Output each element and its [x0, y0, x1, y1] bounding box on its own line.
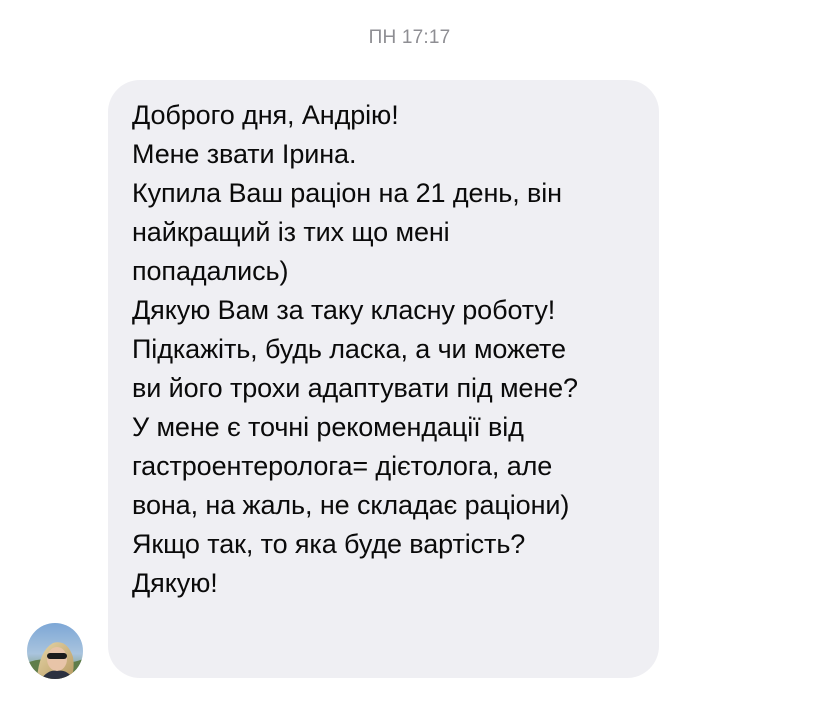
message-line: Мене звати Ірина. — [132, 139, 357, 169]
user-photo-avatar-icon — [27, 623, 83, 679]
message-line: вона, на жаль, не складає раціони) — [132, 490, 570, 520]
message-line: ви його трохи адаптувати під мене? — [132, 373, 578, 403]
message-line: Купила Ваш раціон на 21 день, він — [132, 178, 562, 208]
message-line: У мене є точні рекомендації від — [132, 412, 524, 442]
sender-avatar[interactable] — [27, 623, 83, 679]
message-line: попадались) — [132, 256, 289, 286]
message-line: найкращий із тих що мені — [132, 217, 450, 247]
message-line: Дякую! — [132, 568, 218, 598]
message-line: Підкажіть, будь ласка, а чи можете — [132, 334, 566, 364]
message-line: Дякую Вам за таку класну роботу! — [132, 295, 556, 325]
message-line: гастроентеролога= дієтолога, але — [132, 451, 553, 481]
incoming-message-bubble[interactable]: Доброго дня, Андрію! Мене звати Ірина. К… — [108, 80, 659, 678]
message-line: Доброго дня, Андрію! — [132, 100, 399, 130]
message-timestamp: ПН 17:17 — [368, 27, 451, 48]
message-line: Якщо так, то яка буде вартість? — [132, 529, 526, 559]
